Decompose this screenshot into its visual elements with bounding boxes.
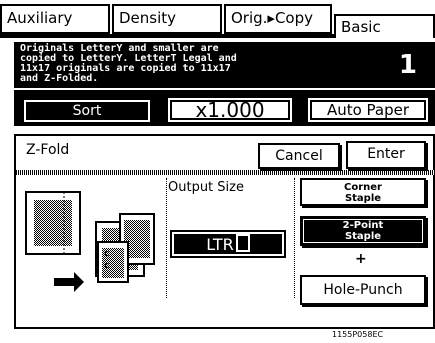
figure-code: 1155P058EC	[332, 330, 384, 339]
sort-button[interactable]: Sort	[24, 100, 150, 122]
tab-density[interactable]: Density	[112, 4, 222, 34]
cancel-button[interactable]: Cancel	[258, 143, 340, 169]
plus-sign: +	[355, 251, 367, 267]
enter-button[interactable]: Enter	[346, 141, 426, 169]
cursor-icon	[235, 234, 250, 252]
hole-punch-button[interactable]: Hole-Punch	[300, 275, 426, 305]
separator-line	[166, 178, 167, 298]
message-banner: Originals LetterY and smaller are copied…	[14, 42, 435, 88]
zoom-button[interactable]: x1.000	[166, 96, 294, 124]
svg-text:c: c	[104, 249, 109, 259]
z-fold-illustration-icon: c c	[25, 191, 155, 292]
banner-message: Originals LetterY and smaller are copied…	[20, 43, 237, 84]
tab-orig-copy[interactable]: Orig.▸Copy	[224, 4, 332, 34]
output-size-label: Output Size	[168, 180, 244, 195]
corner-staple-button[interactable]: Corner Staple	[300, 178, 426, 206]
tab-basic[interactable]: Basic	[334, 14, 435, 38]
output-size-value: LTR	[206, 235, 234, 254]
separator-line	[294, 178, 295, 298]
arrow-right-icon	[54, 272, 84, 292]
panel-title: Z-Fold	[26, 142, 70, 158]
tab-auxiliary[interactable]: Auxiliary	[0, 4, 110, 34]
two-point-staple-button[interactable]: 2-Point Staple	[300, 216, 426, 246]
auto-paper-button[interactable]: Auto Paper	[306, 96, 430, 124]
svg-text:c: c	[104, 261, 109, 271]
panel-divider	[16, 170, 435, 175]
copy-count: 1	[398, 50, 417, 80]
output-size-button[interactable]: LTR	[170, 230, 286, 258]
